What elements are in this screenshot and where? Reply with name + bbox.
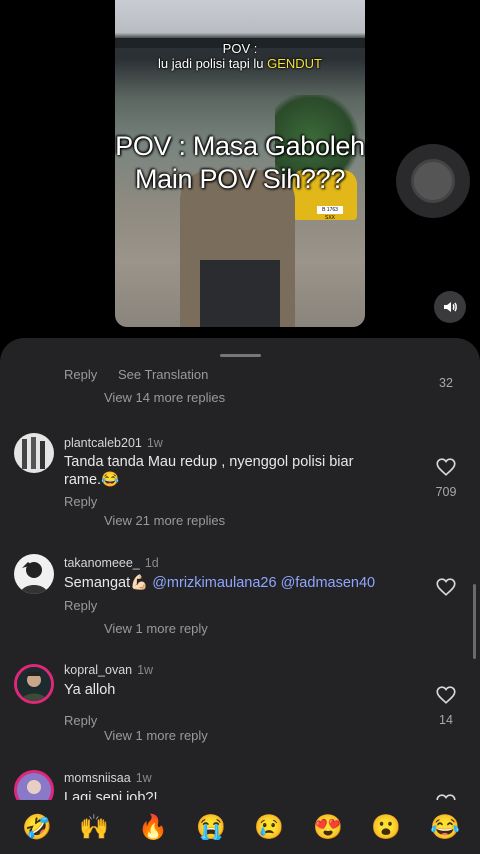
video-caption-prefix: lu jadi polisi tapi lu: [157, 56, 268, 71]
mention-link[interactable]: @fadmasen40: [281, 575, 376, 591]
reply-button[interactable]: Reply: [64, 713, 97, 728]
view-more-replies[interactable]: View 14 more replies: [104, 390, 225, 405]
comment-text: Lagi sepi job?!: [64, 790, 158, 800]
avatar[interactable]: [14, 554, 54, 594]
comment-username[interactable]: momsniisaa 1w: [64, 771, 152, 785]
comments-sheet: Reply See Translation 32 View 14 more re…: [0, 338, 480, 854]
record-button[interactable]: [396, 144, 470, 218]
video-caption-highlight: GENDUT: [267, 56, 322, 71]
avatar-image: [17, 773, 51, 800]
view-more-replies[interactable]: View 1 more reply: [104, 621, 208, 636]
avatar-image: [22, 437, 45, 469]
view-more-replies[interactable]: View 21 more replies: [104, 513, 225, 528]
record-icon: [411, 159, 455, 203]
reply-button[interactable]: Reply: [64, 494, 97, 509]
astonished-emoji-icon[interactable]: 😮: [371, 814, 401, 842]
raising-hands-emoji-icon[interactable]: 🙌: [79, 814, 109, 842]
heart-icon[interactable]: [435, 576, 457, 598]
fire-emoji-icon[interactable]: 🔥: [138, 814, 168, 842]
see-translation-button[interactable]: See Translation: [118, 367, 208, 382]
reply-button[interactable]: Reply: [64, 367, 97, 382]
video-player[interactable]: B 1763 SXX POV : lu jadi polisi tapi lu …: [115, 0, 365, 327]
comment-text-line2: rame.😂: [64, 472, 120, 488]
video-title-overlay: POV : Masa Gaboleh Main POV Sih???: [115, 130, 365, 196]
speaker-icon: [444, 302, 457, 312]
tears-of-joy-emoji-icon[interactable]: 😂: [430, 814, 460, 842]
sound-toggle-button[interactable]: [434, 291, 466, 323]
view-more-replies[interactable]: View 1 more reply: [104, 728, 208, 743]
mention-link[interactable]: @mrizkimaulana26: [152, 575, 276, 591]
heart-eyes-emoji-icon[interactable]: 😍: [313, 814, 343, 842]
comments-list[interactable]: Reply See Translation 32 View 14 more re…: [0, 338, 480, 800]
like-count: 32: [439, 376, 453, 390]
like-count: 14: [439, 713, 453, 727]
heart-icon[interactable]: [435, 456, 457, 478]
crying-emoji-icon[interactable]: 😢: [254, 814, 284, 842]
emoji-quick-bar: 🤣 🙌 🔥 😭 😢 😍 😮 😂: [0, 800, 480, 854]
video-title-line1: POV : Masa Gaboleh: [115, 131, 365, 161]
comment-username[interactable]: kopral_ovan 1w: [64, 663, 153, 677]
avatar[interactable]: [14, 664, 54, 704]
reply-button[interactable]: Reply: [64, 598, 97, 613]
laugh-emoji-icon: 😂: [101, 472, 120, 488]
heart-icon[interactable]: [435, 792, 457, 800]
comment-username[interactable]: plantcaleb201 1w: [64, 436, 163, 450]
loudly-crying-emoji-icon[interactable]: 😭: [196, 814, 226, 842]
avatar-image: [17, 667, 51, 701]
car-license-plate: B 1763 SXX: [317, 206, 343, 221]
avatar[interactable]: [14, 770, 54, 800]
comment-text-line1: Tanda tanda Mau redup , nyenggol polisi …: [64, 454, 354, 470]
comment-username[interactable]: takanomeee_ 1d: [64, 556, 159, 570]
scrollbar[interactable]: [473, 584, 476, 659]
avatar-image: [20, 562, 48, 594]
video-person-legs: [200, 260, 280, 327]
rofl-emoji-icon[interactable]: 🤣: [22, 814, 52, 842]
video-caption-line1: POV :: [222, 41, 258, 56]
like-count: 709: [435, 485, 457, 499]
avatar[interactable]: [14, 433, 54, 473]
comment-text: Ya alloh: [64, 682, 116, 698]
video-caption: POV : lu jadi polisi tapi lu GENDUT: [115, 41, 365, 71]
comment-text: Semangat💪🏻 @mrizkimaulana26 @fadmasen40: [64, 575, 376, 591]
heart-icon[interactable]: [435, 684, 457, 706]
video-caption-line2: lu jadi polisi tapi lu GENDUT: [115, 56, 365, 71]
flexed-biceps-emoji-icon: 💪🏻: [130, 575, 149, 591]
video-title-line2: Main POV Sih???: [134, 164, 346, 194]
